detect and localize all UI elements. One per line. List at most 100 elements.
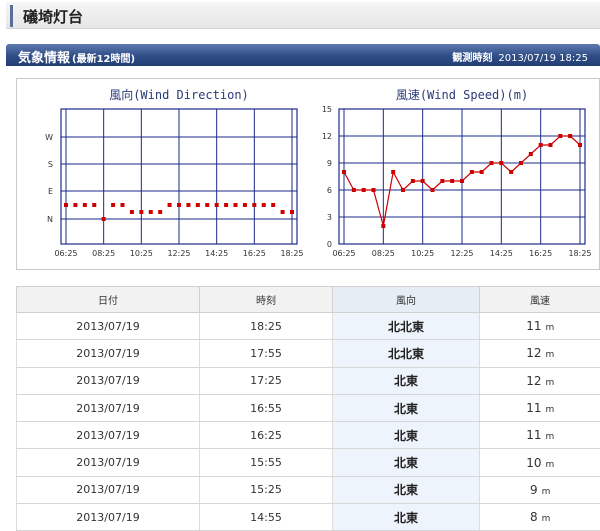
cell-time: 17:25	[199, 367, 333, 395]
cell-time: 16:25	[199, 421, 333, 450]
cell-time: 18:25	[199, 312, 333, 341]
x-tick-label: 18:25	[568, 249, 591, 258]
wind-direction-chart: 風向(Wind Direction) 06:25 08:25 10:25 12:25 14…	[45, 87, 303, 258]
speed-unit: m	[545, 350, 555, 361]
speed-point	[440, 179, 445, 183]
table-row: 2013/07/19 15:55 北東 10 m	[16, 448, 600, 477]
direction-point	[280, 210, 285, 214]
direction-point	[158, 210, 163, 214]
speed-point	[568, 134, 573, 138]
cell-direction: 北東	[332, 394, 480, 423]
cell-time: 15:25	[199, 476, 333, 505]
header-time: 時刻	[199, 286, 333, 313]
speed-point	[469, 170, 474, 174]
speed-point	[578, 143, 582, 147]
speed-point	[528, 152, 533, 156]
cell-direction: 北北東	[332, 339, 480, 368]
speed-point	[401, 188, 405, 192]
wind-speed-chart: 風速(Wind Speed)(m) 06:25 08:25 10:25 12:25 14:…	[322, 88, 592, 258]
cell-direction: 北北東	[332, 312, 480, 341]
speed-value: 11	[526, 401, 542, 416]
direction-point	[101, 217, 106, 221]
x-tick-label: 14:25	[490, 249, 513, 258]
speed-point	[371, 188, 376, 192]
title-accent-bar	[10, 5, 13, 27]
speed-point	[460, 179, 464, 183]
table-row: 2013/07/19 15:25 北東 9 m	[16, 476, 600, 505]
speed-value: 8	[530, 510, 538, 525]
direction-point	[120, 203, 125, 207]
table-row: 2013/07/19 17:55 北北東 12 m	[16, 339, 600, 368]
table-header-row: 日付 時刻 風向 風速	[16, 286, 600, 313]
y-tick-label: 6	[327, 186, 332, 195]
direction-point	[64, 203, 68, 207]
cell-speed: 12 m	[479, 339, 600, 368]
direction-point	[73, 203, 78, 207]
speed-value: 12	[526, 373, 542, 388]
speed-point	[509, 170, 514, 174]
speed-unit: m	[545, 323, 555, 334]
page-header: 礒埼灯台	[6, 2, 600, 29]
section-title: 気象情報 (最新12時間)	[18, 47, 135, 66]
cell-date: 2013/07/19	[16, 476, 200, 505]
cell-speed: 8m	[479, 503, 600, 531]
chart-panel: 風向(Wind Direction) 06:25 08:25 10:25 12:25 14…	[16, 78, 600, 270]
x-tick-label: 14:25	[205, 249, 228, 258]
cell-time: 17:55	[199, 339, 333, 368]
y-tick-label: 12	[322, 132, 332, 141]
speed-point	[361, 188, 366, 192]
direction-point	[177, 203, 181, 207]
observation-time: 観測時刻 2013/07/19 18:25	[452, 49, 588, 64]
x-tick-label: 12:25	[450, 249, 473, 258]
direction-point	[271, 203, 276, 207]
cell-time: 15:55	[199, 448, 333, 477]
weather-table: 日付 時刻 風向 風速 2013/07/19 18:25 北北東 11 m 2013/07…	[16, 286, 600, 531]
cell-date: 2013/07/19	[16, 339, 200, 368]
speed-point	[479, 170, 484, 174]
direction-point	[148, 210, 153, 214]
y-tick-label: 9	[327, 159, 332, 168]
cell-direction: 北東	[332, 448, 480, 477]
cell-speed: 9m	[479, 476, 600, 505]
speed-unit: m	[541, 514, 551, 525]
direction-point	[195, 203, 200, 207]
cell-speed: 11 m	[479, 421, 600, 450]
header-date: 日付	[16, 286, 200, 313]
direction-point	[242, 203, 247, 207]
cell-date: 2013/07/19	[16, 448, 200, 477]
speed-point	[410, 179, 415, 183]
direction-point	[261, 203, 266, 207]
section-subtitle: (最新12時間)	[72, 54, 136, 65]
cell-direction: 北東	[332, 367, 480, 395]
x-tick-label: 16:25	[529, 249, 552, 258]
header-direction: 風向	[332, 286, 480, 313]
speed-point	[342, 170, 346, 174]
weather-section-header: 気象情報 (最新12時間) 観測時刻 2013/07/19 18:25	[6, 44, 600, 66]
speed-point	[558, 134, 563, 138]
table-row: 2013/07/19 14:55 北東 8 m	[16, 503, 600, 531]
table-row: 2013/07/19 16:25 北東 11 m	[16, 421, 600, 450]
table-row: 2013/07/19 18:25 北北東 11 m	[16, 312, 600, 341]
y-tick-label: W	[45, 133, 53, 142]
x-tick-label: 10:25	[411, 249, 434, 258]
y-tick-label: 15	[322, 105, 332, 114]
header-speed: 風速	[479, 286, 600, 313]
direction-point	[205, 203, 210, 207]
observation-time-label: 観測時刻	[452, 53, 493, 64]
speed-unit: m	[541, 486, 551, 497]
direction-point	[111, 203, 116, 207]
direction-point	[252, 203, 257, 207]
cell-date: 2013/07/19	[16, 503, 200, 531]
x-tick-label: 08:25	[92, 249, 115, 258]
cell-time: 14:55	[199, 503, 333, 531]
y-tick-label: 3	[327, 213, 332, 222]
chart-title: 風向(Wind Direction)	[109, 87, 249, 102]
speed-value: 11	[526, 319, 542, 334]
section-title-text: 気象情報	[18, 51, 71, 66]
cell-direction: 北東	[332, 421, 480, 450]
x-tick-label: 08:25	[372, 249, 395, 258]
speed-unit: m	[545, 459, 555, 470]
direction-point	[233, 203, 238, 207]
cell-speed: 11 m	[479, 394, 600, 423]
speed-point	[450, 179, 455, 183]
